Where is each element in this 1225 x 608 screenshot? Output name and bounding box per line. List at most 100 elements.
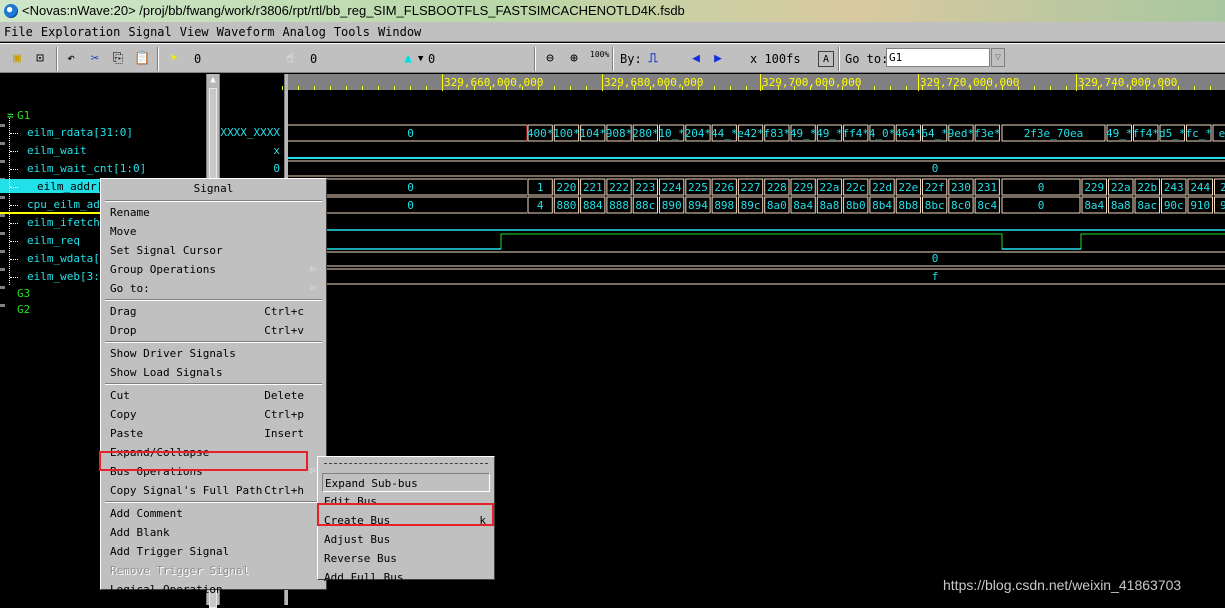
goto-input[interactable]: G1: [886, 48, 990, 67]
menu-item-label: Remove Trigger Signal: [110, 564, 249, 577]
ruler-label: 329,740,000,000: [1078, 76, 1177, 89]
menu-view[interactable]: View: [176, 22, 213, 42]
signal-eilm-rdata[interactable]: eilm_rdata[31:0]: [27, 126, 133, 140]
group-collapse-icon[interactable]: =: [7, 109, 14, 123]
zoom-fit-icon[interactable]: 100%: [590, 51, 606, 67]
signal-eilm-addr[interactable]: eilm_addr[2: [37, 180, 110, 194]
tree-branch: [10, 151, 18, 152]
ruler-minor-tick: [746, 86, 747, 90]
menu-waveform[interactable]: Waveform: [213, 22, 279, 42]
menu-item-copy-signal-s-full-path[interactable]: Copy Signal's Full PathCtrl+h: [101, 481, 326, 500]
menu-item-shortcut: Ctrl+h: [264, 481, 304, 500]
delta-dropdown-icon[interactable]: ▼: [418, 49, 423, 69]
bus-value-label: 8bc: [925, 199, 945, 212]
marker-icon[interactable]: ☝: [282, 51, 298, 67]
menu-item-move[interactable]: Move: [101, 222, 326, 241]
submenu-item-reverse-bus[interactable]: Reverse Bus: [318, 549, 494, 568]
bus-value-label: 0: [407, 199, 414, 212]
signal-eilm-wait-cnt[interactable]: eilm_wait_cnt[1:0]: [27, 162, 146, 176]
bus-value-label: ff4*: [843, 127, 870, 140]
annotate-icon[interactable]: A: [818, 51, 834, 67]
menu-item-cut[interactable]: CutDelete: [101, 386, 326, 405]
group-g2[interactable]: G2: [17, 303, 30, 317]
paste-icon[interactable]: 📋: [134, 51, 150, 67]
menu-item-copy[interactable]: CopyCtrl+p: [101, 405, 326, 424]
bus-value-label: 104*: [580, 127, 607, 140]
gutter-mark: [0, 142, 5, 145]
menu-item-add-comment[interactable]: Add Comment: [101, 504, 326, 523]
bus-value-label: 204*: [685, 127, 712, 140]
toolbar-separator: [56, 47, 58, 71]
menu-item-show-load-signals[interactable]: Show Load Signals: [101, 363, 326, 382]
menu-item-add-trigger-signal[interactable]: Add Trigger Signal: [101, 542, 326, 561]
menu-item-drop[interactable]: DropCtrl+v: [101, 321, 326, 340]
cursor-pointer-icon[interactable]: ➤: [166, 51, 182, 67]
undo-icon[interactable]: ↶: [63, 51, 79, 67]
ruler-minor-tick: [1210, 86, 1211, 90]
signal-eilm-ifetch[interactable]: eilm_ifetch_: [27, 216, 106, 230]
gutter-mark: [0, 304, 5, 307]
bus-value-label: 229: [1084, 181, 1104, 194]
menu-signal[interactable]: Signal: [124, 22, 175, 42]
bus-value-label: 884: [583, 199, 603, 212]
menu-item-paste[interactable]: PasteInsert: [101, 424, 326, 443]
menu-item-go-to[interactable]: Go to:▷: [101, 279, 326, 298]
goto-dropdown-icon[interactable]: ▽: [991, 48, 1005, 67]
ruler-minor-tick: [906, 86, 907, 90]
scroll-up-icon[interactable]: ▲: [208, 75, 218, 85]
highlight-create-bus: [317, 503, 494, 526]
menu-item-group-operations[interactable]: Group Operations▷: [101, 260, 326, 279]
menu-item-drag[interactable]: DragCtrl+c: [101, 302, 326, 321]
submenu-arrow-icon: ▷: [311, 462, 316, 481]
ruler-minor-tick: [298, 86, 299, 90]
bus-value-label: 280*: [632, 127, 659, 140]
signal-eilm-wdata[interactable]: eilm_wdata[3: [27, 252, 106, 266]
toolbar-separator: [534, 47, 536, 71]
bus-value-label: e42*: [737, 127, 764, 140]
menu-analog[interactable]: Analog: [278, 22, 329, 42]
bus-value-label: 222: [609, 181, 629, 194]
bus-value-label: 8a0: [767, 199, 787, 212]
reload-icon[interactable]: ⊡: [32, 51, 48, 67]
bus-value-label: fc_*: [1186, 127, 1213, 140]
search-backward-icon[interactable]: ◀: [688, 51, 704, 67]
ruler-minor-tick: [714, 86, 715, 90]
copy-icon[interactable]: ⎘: [110, 51, 126, 67]
group-g1[interactable]: G1: [17, 109, 30, 123]
tearoff-line[interactable]: [324, 463, 488, 473]
menu-window[interactable]: Window: [374, 22, 425, 42]
goto-label: Go to:: [845, 49, 888, 69]
menu-tools[interactable]: Tools: [330, 22, 374, 42]
signal-context-menu: Signal RenameMoveSet Signal CursorGroup …: [100, 178, 327, 590]
zoom-out-icon[interactable]: ⊖: [542, 51, 558, 67]
menu-item-set-signal-cursor[interactable]: Set Signal Cursor: [101, 241, 326, 260]
search-by-edge-icon[interactable]: ⎍: [645, 51, 661, 67]
open-file-icon[interactable]: ▣: [9, 51, 25, 67]
signal-eilm-wait[interactable]: eilm_wait: [27, 144, 87, 158]
menu-exploration[interactable]: Exploration: [37, 22, 124, 42]
search-forward-icon[interactable]: ▶: [710, 51, 726, 67]
menu-item-add-blank[interactable]: Add Blank: [101, 523, 326, 542]
tree-branch: [10, 169, 18, 170]
menu-item-logical-operation[interactable]: Logical Operation...: [101, 580, 326, 599]
watermark: https://blog.csdn.net/weixin_41863703: [943, 577, 1181, 593]
menu-item-rename[interactable]: Rename: [101, 203, 326, 222]
time-ruler[interactable]: 329,660,000,000329,680,000,000329,700,00…: [288, 74, 1225, 91]
signal-eilm-web[interactable]: eilm_web[3:0: [27, 270, 106, 284]
menu-item-label: Add Blank: [110, 526, 170, 539]
delta-icon[interactable]: ▲: [400, 51, 416, 67]
submenu-item-adjust-bus[interactable]: Adjust Bus: [318, 530, 494, 549]
submenu-arrow-icon: ▷: [311, 260, 316, 279]
submenu-item-expand-sub-bus[interactable]: Expand Sub-bus: [322, 473, 490, 492]
bus-value-label: 22c: [846, 181, 866, 194]
cut-icon[interactable]: ✂: [87, 51, 103, 67]
group-g3[interactable]: G3: [17, 287, 30, 301]
submenu-item-add-full-bus[interactable]: Add Full Bus: [318, 568, 494, 587]
menu-file[interactable]: File: [0, 22, 37, 42]
signal-eilm-req[interactable]: eilm_req: [27, 234, 80, 248]
bus-value-label: 898: [714, 199, 734, 212]
zoom-in-icon[interactable]: ⊕: [566, 51, 582, 67]
toolbar-separator: [612, 47, 614, 71]
menu-item-show-driver-signals[interactable]: Show Driver Signals: [101, 344, 326, 363]
value-eilm-rdata: XXXX_XXXX: [220, 126, 280, 140]
